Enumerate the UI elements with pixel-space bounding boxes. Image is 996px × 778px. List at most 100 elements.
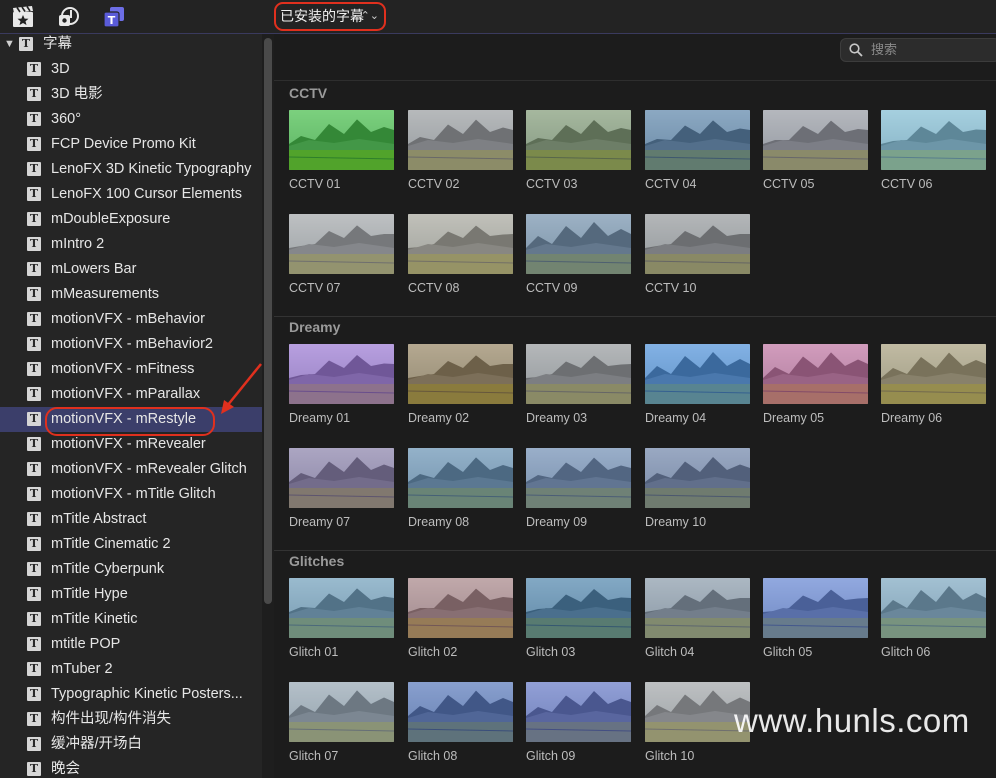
title-folder-icon: T	[27, 62, 41, 76]
title-thumbnail[interactable]	[645, 214, 750, 274]
thumbnail-label: Dreamy 03	[526, 411, 588, 425]
sidebar-item[interactable]: TmotionVFX - mBehavior2	[0, 332, 262, 357]
thumbnail-label: CCTV 06	[881, 177, 933, 191]
sidebar-item[interactable]: T 3D 电影	[0, 82, 262, 107]
title-thumbnail[interactable]	[526, 578, 631, 638]
sidebar-item-label: mDoubleExposure	[51, 211, 171, 227]
thumbnail-label: CCTV 01	[289, 177, 341, 191]
sidebar-item[interactable]: TmTitle Cyberpunk	[0, 557, 262, 582]
title-thumbnail[interactable]	[763, 578, 868, 638]
landscape-thumbnail-image	[408, 578, 513, 638]
title-thumbnail[interactable]	[881, 578, 986, 638]
title-thumbnail[interactable]	[645, 448, 750, 508]
sidebar-item-label: motionVFX - mBehavior2	[51, 336, 213, 352]
sidebar-item[interactable]: T 360°	[0, 107, 262, 132]
title-thumbnail[interactable]	[408, 448, 513, 508]
sidebar-item-label: Typographic Kinetic Posters...	[51, 686, 243, 702]
sidebar-item[interactable]: TmTitle Cinematic 2	[0, 532, 262, 557]
sidebar-item-label: 构件出现/构件消失	[51, 711, 172, 727]
sidebar-item[interactable]: TmotionVFX - mBehavior	[0, 307, 262, 332]
watermark: www.hunls.com	[734, 702, 970, 739]
sidebar-item[interactable]: T 缓冲器/开场白	[0, 732, 262, 757]
thumbnail-label: Dreamy 01	[289, 411, 351, 425]
title-thumbnail[interactable]	[763, 344, 868, 404]
sidebar-item[interactable]: T FCP Device Promo Kit	[0, 132, 262, 157]
title-thumbnail[interactable]	[408, 214, 513, 274]
sidebar-item[interactable]: TmTitle Abstract	[0, 507, 262, 532]
sidebar-item-label: mTuber 2	[51, 661, 113, 677]
title-thumbnail[interactable]	[289, 214, 394, 274]
title-thumbnail[interactable]	[645, 110, 750, 170]
landscape-thumbnail-image	[526, 448, 631, 508]
title-thumbnail[interactable]	[408, 578, 513, 638]
search-input[interactable]: 搜索	[840, 38, 996, 62]
landscape-thumbnail-image	[289, 682, 394, 742]
thumbnail-label: Glitch 02	[408, 645, 458, 659]
header-divider	[274, 80, 996, 81]
sidebar-item[interactable]: TmotionVFX - mTitle Glitch	[0, 482, 262, 507]
sidebar-item-label: mLowers Bar	[51, 261, 137, 277]
thumbnail-label: CCTV 09	[526, 281, 578, 295]
title-folder-icon: T	[27, 737, 41, 751]
thumbnail-label: Dreamy 07	[289, 515, 351, 529]
title-thumbnail[interactable]	[289, 448, 394, 508]
thumbnail-label: Dreamy 06	[881, 411, 943, 425]
sidebar-root-titles[interactable]: T 字幕 ▼	[0, 32, 262, 57]
landscape-thumbnail-image	[526, 682, 631, 742]
title-thumbnail[interactable]	[408, 110, 513, 170]
sidebar-item[interactable]: TmotionVFX - mRevealer Glitch	[0, 457, 262, 482]
disclosure-triangle-icon[interactable]: ▼	[4, 32, 15, 57]
titles-icon[interactable]: T	[103, 6, 125, 28]
clapper-star-icon[interactable]	[12, 6, 34, 28]
title-thumbnail[interactable]	[526, 214, 631, 274]
title-thumbnail[interactable]	[526, 682, 631, 742]
sidebar-item[interactable]: Tmtitle POP	[0, 632, 262, 657]
callout-arrow-icon	[221, 363, 262, 414]
sidebar-item[interactable]: TmLowers Bar	[0, 257, 262, 282]
title-folder-icon: T	[27, 512, 41, 526]
sidebar-item-label: 字幕	[43, 36, 72, 52]
sidebar-item[interactable]: T Typographic Kinetic Posters...	[0, 682, 262, 707]
landscape-thumbnail-image	[526, 344, 631, 404]
sidebar-item[interactable]: TmIntro 2	[0, 232, 262, 257]
sidebar-item[interactable]: T 构件出现/构件消失	[0, 707, 262, 732]
thumbnail-label: CCTV 08	[408, 281, 460, 295]
title-thumbnail[interactable]	[526, 344, 631, 404]
music-photo-icon[interactable]	[57, 6, 79, 28]
title-thumbnail[interactable]	[526, 448, 631, 508]
sidebar-item[interactable]: TmTuber 2	[0, 657, 262, 682]
title-thumbnail[interactable]	[645, 344, 750, 404]
sidebar-scrollbar[interactable]	[264, 38, 272, 604]
title-folder-icon: T	[27, 637, 41, 651]
sidebar-item-label: 缓冲器/开场白	[51, 736, 143, 752]
library-select[interactable]: 已安装的字幕 ⌃⌄	[274, 2, 386, 31]
sidebar-item[interactable]: T 3D	[0, 57, 262, 82]
thumbnail-label: Glitch 01	[289, 645, 339, 659]
title-thumbnail[interactable]	[289, 682, 394, 742]
thumbnail-label: CCTV 03	[526, 177, 578, 191]
sidebar-item[interactable]: TmTitle Hype	[0, 582, 262, 607]
sidebar-item[interactable]: TmTitle Kinetic	[0, 607, 262, 632]
landscape-thumbnail-image	[526, 110, 631, 170]
title-thumbnail[interactable]	[289, 578, 394, 638]
sidebar-item[interactable]: TmMeasurements	[0, 282, 262, 307]
sidebar-item[interactable]: TmDoubleExposure	[0, 207, 262, 232]
title-thumbnail[interactable]	[763, 110, 868, 170]
sidebar-item[interactable]: T LenoFX 3D Kinetic Typography	[0, 157, 262, 182]
sidebar-item[interactable]: T 晚会	[0, 757, 262, 778]
sidebar-item-label: FCP Device Promo Kit	[51, 136, 196, 152]
sidebar-item-label: mTitle Kinetic	[51, 611, 138, 627]
title-thumbnail[interactable]	[526, 110, 631, 170]
title-thumbnail[interactable]	[881, 344, 986, 404]
sidebar-item[interactable]: T LenoFX 100 Cursor Elements	[0, 182, 262, 207]
title-thumbnail[interactable]	[408, 682, 513, 742]
sidebar-item-label: motionVFX - mBehavior	[51, 311, 205, 327]
thumbnail-label: Glitch 09	[526, 749, 576, 763]
title-thumbnail[interactable]	[408, 344, 513, 404]
thumbnail-label: Glitch 04	[645, 645, 695, 659]
thumbnail-label: CCTV 07	[289, 281, 341, 295]
title-thumbnail[interactable]	[289, 344, 394, 404]
title-thumbnail[interactable]	[645, 578, 750, 638]
title-thumbnail[interactable]	[881, 110, 986, 170]
title-thumbnail[interactable]	[289, 110, 394, 170]
